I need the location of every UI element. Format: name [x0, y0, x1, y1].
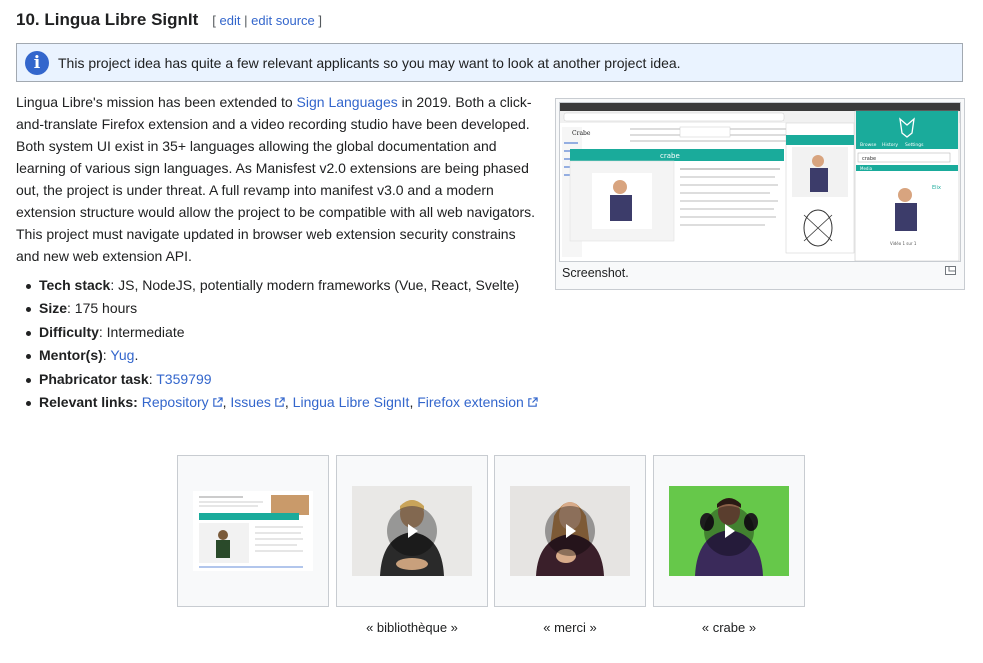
gallery-item-bibliotheque[interactable]	[336, 455, 488, 607]
list-item-tech-stack: Tech stack: JS, NodeJS, potentially mode…	[24, 274, 538, 297]
project-description: Lingua Libre's mission has been extended…	[16, 91, 541, 267]
page-title-text: Crabe	[572, 130, 591, 137]
gallery-item-crabe[interactable]	[653, 455, 805, 607]
play-icon	[408, 524, 418, 538]
list-item-size: Size: 175 hours	[24, 297, 538, 320]
brand-text: Elix	[932, 185, 941, 191]
section-title: 10. Lingua Libre SignIt	[16, 10, 199, 29]
external-link-icon	[528, 397, 538, 407]
screenshot-caption: Screenshot.	[562, 266, 629, 280]
list-item-phabricator: Phabricator task: T359799	[24, 368, 538, 391]
list-item-relevant-links: Relevant links: Repository, Issues, Ling…	[24, 391, 538, 414]
relevant-links-label: Relevant links:	[39, 393, 138, 410]
gallery-caption-crabe: « crabe »	[701, 620, 757, 635]
gallery-caption-merci: « merci »	[543, 620, 597, 635]
edit-link[interactable]: edit	[220, 13, 241, 28]
play-button[interactable]	[545, 506, 595, 556]
mentor-yug-link[interactable]: Yug	[110, 347, 134, 363]
mentors-label: Mentor(s)	[39, 347, 103, 364]
tab-browse-text: Browse	[860, 142, 877, 148]
edit-section-links: [ edit | edit source ]	[212, 13, 322, 28]
crabe-banner-text: crabe	[660, 152, 680, 160]
list-item-mentors: Mentor(s): Yug.	[24, 344, 538, 367]
separator: |	[244, 13, 248, 28]
tab-settings-text: Settings	[905, 142, 924, 148]
screenshot-illustration: Crabe crabe Browse History Settings crab…	[560, 103, 960, 261]
repository-link-text: Repository	[141, 393, 209, 410]
play-button[interactable]	[704, 506, 754, 556]
description-text-end: in 2019. Both a click-and-translate Fire…	[16, 94, 536, 264]
bracket-close: ]	[318, 13, 322, 28]
tech-stack-value: : JS, NodeJS, potentially modern framewo…	[110, 277, 520, 293]
firefox-extension-link[interactable]: Firefox extension	[417, 394, 538, 410]
sign-languages-link[interactable]: Sign Languages	[297, 94, 398, 110]
enlarge-icon[interactable]	[945, 266, 956, 275]
notice-text: This project idea has quite a few releva…	[58, 54, 681, 71]
repository-link[interactable]: Repository	[142, 394, 223, 410]
screenshot-thumbnail: Crabe crabe Browse History Settings crab…	[555, 98, 965, 290]
firefox-extension-link-text: Firefox extension	[417, 393, 524, 410]
edit-source-link[interactable]: edit source	[251, 13, 315, 28]
tab-history-text: History	[882, 142, 898, 148]
gallery-thumbnail	[193, 491, 313, 571]
phabricator-label: Phabricator task	[39, 370, 149, 387]
issues-link-text: Issues	[230, 393, 271, 410]
bracket-open: [	[212, 13, 216, 28]
media-label-text: Media	[860, 166, 873, 171]
description-text-start: Lingua Libre's mission has been extended…	[16, 94, 297, 110]
section-heading: 10. Lingua Libre SignIt [ edit | edit so…	[16, 10, 322, 34]
search-value-text: crabe	[862, 156, 876, 162]
gallery-item-screenshot[interactable]	[177, 455, 329, 607]
gallery-video-thumbnail	[669, 486, 789, 576]
gallery-caption-bibliotheque: « bibliothèque »	[366, 620, 458, 635]
list-item-difficulty: Difficulty: Intermediate	[24, 321, 538, 344]
tech-stack-label: Tech stack	[39, 277, 111, 293]
gallery-video-thumbnail	[352, 486, 472, 576]
extension-preview-illustration	[193, 491, 313, 571]
notice-box: i This project idea has quite a few rele…	[16, 43, 963, 82]
mentors-end: .	[134, 347, 139, 364]
project-details-list: Tech stack: JS, NodeJS, potentially mode…	[24, 274, 538, 414]
issues-link[interactable]: Issues	[230, 393, 285, 410]
play-button[interactable]	[387, 506, 437, 556]
size-label: Size	[39, 300, 68, 317]
info-icon: i	[25, 50, 49, 75]
comma: ,	[284, 393, 293, 410]
gallery-item-merci[interactable]	[494, 455, 646, 607]
gallery-video-thumbnail	[510, 486, 630, 576]
screenshot-image[interactable]: Crabe crabe Browse History Settings crab…	[559, 102, 961, 262]
external-link-icon	[275, 397, 285, 407]
play-icon	[566, 524, 576, 538]
play-icon	[725, 524, 735, 538]
video-count-text: Vidéo 1 sur 1	[890, 241, 917, 246]
difficulty-value: : Intermediate	[98, 323, 185, 340]
phabricator-task-link[interactable]: T359799	[156, 371, 211, 387]
lingua-libre-signit-link[interactable]: Lingua Libre SignIt	[293, 394, 410, 410]
external-link-icon	[212, 397, 223, 407]
size-value: : 175 hours	[67, 300, 138, 317]
difficulty-label: Difficulty	[39, 323, 99, 340]
